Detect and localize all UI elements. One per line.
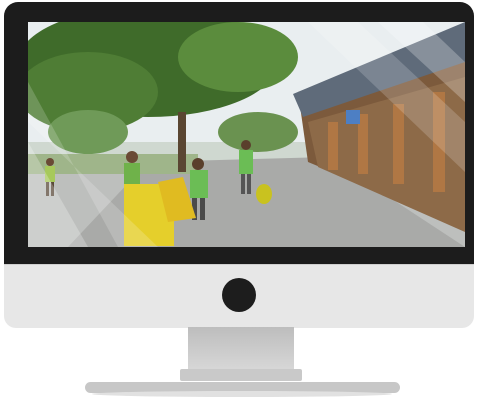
- tree-trunk: [178, 112, 186, 172]
- monitor-stand-neck: [180, 327, 302, 381]
- distant-trees: [218, 112, 298, 152]
- tree-canopy: [178, 22, 298, 92]
- monitor-screen: [28, 22, 465, 247]
- camera-icon: [222, 278, 256, 312]
- child: [124, 151, 140, 187]
- sign: [346, 110, 360, 124]
- stand-shadow: [92, 391, 392, 397]
- monitor: [4, 2, 474, 328]
- screen-photo: [28, 22, 465, 247]
- pillar: [393, 104, 404, 184]
- pillar: [328, 122, 338, 170]
